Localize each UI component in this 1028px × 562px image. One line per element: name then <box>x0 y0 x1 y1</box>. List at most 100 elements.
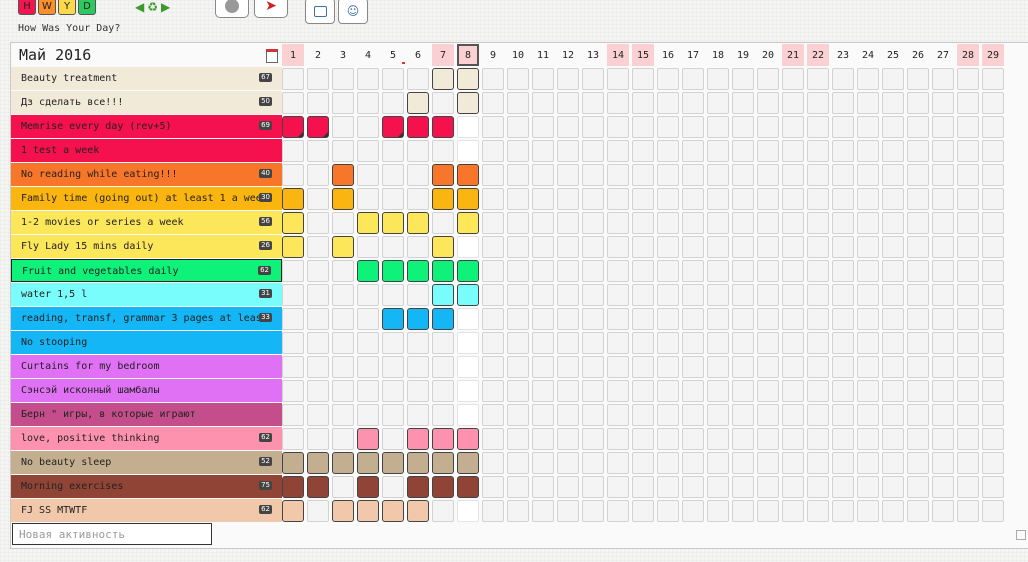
day-cell[interactable] <box>857 284 879 306</box>
day-cell[interactable] <box>832 500 854 522</box>
day-cell[interactable] <box>582 356 604 378</box>
day-cell[interactable] <box>757 92 779 114</box>
day-cell[interactable] <box>657 212 679 234</box>
day-cell[interactable] <box>907 452 929 474</box>
day-cell[interactable] <box>657 428 679 450</box>
day-cell[interactable] <box>507 68 529 90</box>
day-cell-done[interactable] <box>432 452 454 474</box>
day-cell[interactable] <box>532 188 554 210</box>
day-cell[interactable] <box>607 164 629 186</box>
day-cell[interactable] <box>832 284 854 306</box>
day-cell[interactable] <box>357 404 379 426</box>
day-cell-done[interactable] <box>357 260 379 282</box>
day-cell[interactable] <box>332 428 354 450</box>
resize-handle[interactable] <box>1016 530 1026 540</box>
day-cell[interactable] <box>982 212 1004 234</box>
day-cell[interactable] <box>632 212 654 234</box>
day-cell[interactable] <box>982 452 1004 474</box>
day-cell[interactable] <box>932 428 954 450</box>
day-cell[interactable] <box>482 236 504 258</box>
day-cell[interactable] <box>507 188 529 210</box>
day-cell[interactable] <box>357 356 379 378</box>
day-cell[interactable] <box>332 260 354 282</box>
day-cell[interactable] <box>632 452 654 474</box>
day-cell[interactable] <box>557 92 579 114</box>
day-cell[interactable] <box>382 284 404 306</box>
day-cell-done[interactable] <box>457 188 479 210</box>
day-cell[interactable] <box>807 92 829 114</box>
day-cell[interactable] <box>857 188 879 210</box>
day-cell[interactable] <box>657 188 679 210</box>
day-cell[interactable] <box>857 452 879 474</box>
day-cell[interactable] <box>482 332 504 354</box>
day-cell[interactable] <box>882 260 904 282</box>
day-cell[interactable] <box>957 476 979 498</box>
day-cell[interactable] <box>632 380 654 402</box>
activity-row-label[interactable]: love, positive thinking 62 <box>11 427 282 450</box>
day-cell[interactable] <box>857 92 879 114</box>
day-cell[interactable] <box>432 404 454 426</box>
day-cell[interactable] <box>357 140 379 162</box>
day-cell[interactable] <box>632 332 654 354</box>
day-cell[interactable] <box>907 212 929 234</box>
day-cell[interactable] <box>532 116 554 138</box>
day-cell-done[interactable] <box>432 308 454 330</box>
day-cell[interactable] <box>882 212 904 234</box>
day-cell[interactable] <box>657 452 679 474</box>
day-cell-done[interactable] <box>357 476 379 498</box>
day-cell[interactable] <box>482 308 504 330</box>
day-cell[interactable] <box>782 236 804 258</box>
day-cell[interactable] <box>682 356 704 378</box>
day-cell-done[interactable] <box>407 260 429 282</box>
day-cell[interactable] <box>307 236 329 258</box>
day-cell[interactable] <box>882 380 904 402</box>
day-cell[interactable] <box>982 332 1004 354</box>
arrow-left-icon[interactable]: ◀ <box>135 0 144 14</box>
day-cell[interactable] <box>757 380 779 402</box>
day-cell[interactable] <box>907 140 929 162</box>
day-cell-done[interactable] <box>432 164 454 186</box>
day-cell[interactable] <box>607 188 629 210</box>
day-cell[interactable] <box>782 452 804 474</box>
day-cell[interactable] <box>707 68 729 90</box>
day-cell[interactable] <box>782 68 804 90</box>
day-cell[interactable] <box>357 332 379 354</box>
day-cell[interactable] <box>782 308 804 330</box>
day-cell[interactable] <box>982 140 1004 162</box>
day-cell[interactable] <box>857 212 879 234</box>
day-cell[interactable] <box>932 380 954 402</box>
day-cell[interactable] <box>732 68 754 90</box>
day-cell[interactable] <box>632 428 654 450</box>
day-cell[interactable] <box>807 260 829 282</box>
day-cell-done[interactable] <box>432 476 454 498</box>
day-cell[interactable] <box>557 212 579 234</box>
day-cell[interactable] <box>457 116 479 138</box>
day-cell[interactable] <box>282 92 304 114</box>
day-cell[interactable] <box>957 284 979 306</box>
day-cell[interactable] <box>857 428 879 450</box>
day-cell[interactable] <box>557 284 579 306</box>
day-cell[interactable] <box>582 308 604 330</box>
day-cell-done[interactable] <box>382 500 404 522</box>
day-cell[interactable] <box>357 68 379 90</box>
day-cell-done[interactable] <box>457 164 479 186</box>
day-cell[interactable] <box>557 308 579 330</box>
day-cell[interactable] <box>782 212 804 234</box>
day-cell[interactable] <box>307 356 329 378</box>
day-cell[interactable] <box>457 332 479 354</box>
day-cell[interactable] <box>582 68 604 90</box>
day-cell[interactable] <box>807 212 829 234</box>
day-cell[interactable] <box>782 116 804 138</box>
day-cell[interactable] <box>607 500 629 522</box>
day-cell[interactable] <box>607 116 629 138</box>
day-cell[interactable] <box>632 260 654 282</box>
day-cell[interactable] <box>857 164 879 186</box>
day-cell-done[interactable] <box>282 116 304 138</box>
day-cell[interactable] <box>282 332 304 354</box>
activity-row-label[interactable]: No reading while eating!!! 40 <box>11 163 282 186</box>
day-cell[interactable] <box>382 236 404 258</box>
day-cell[interactable] <box>632 188 654 210</box>
day-cell-done[interactable] <box>432 116 454 138</box>
day-cell[interactable] <box>657 68 679 90</box>
day-cell[interactable] <box>607 260 629 282</box>
